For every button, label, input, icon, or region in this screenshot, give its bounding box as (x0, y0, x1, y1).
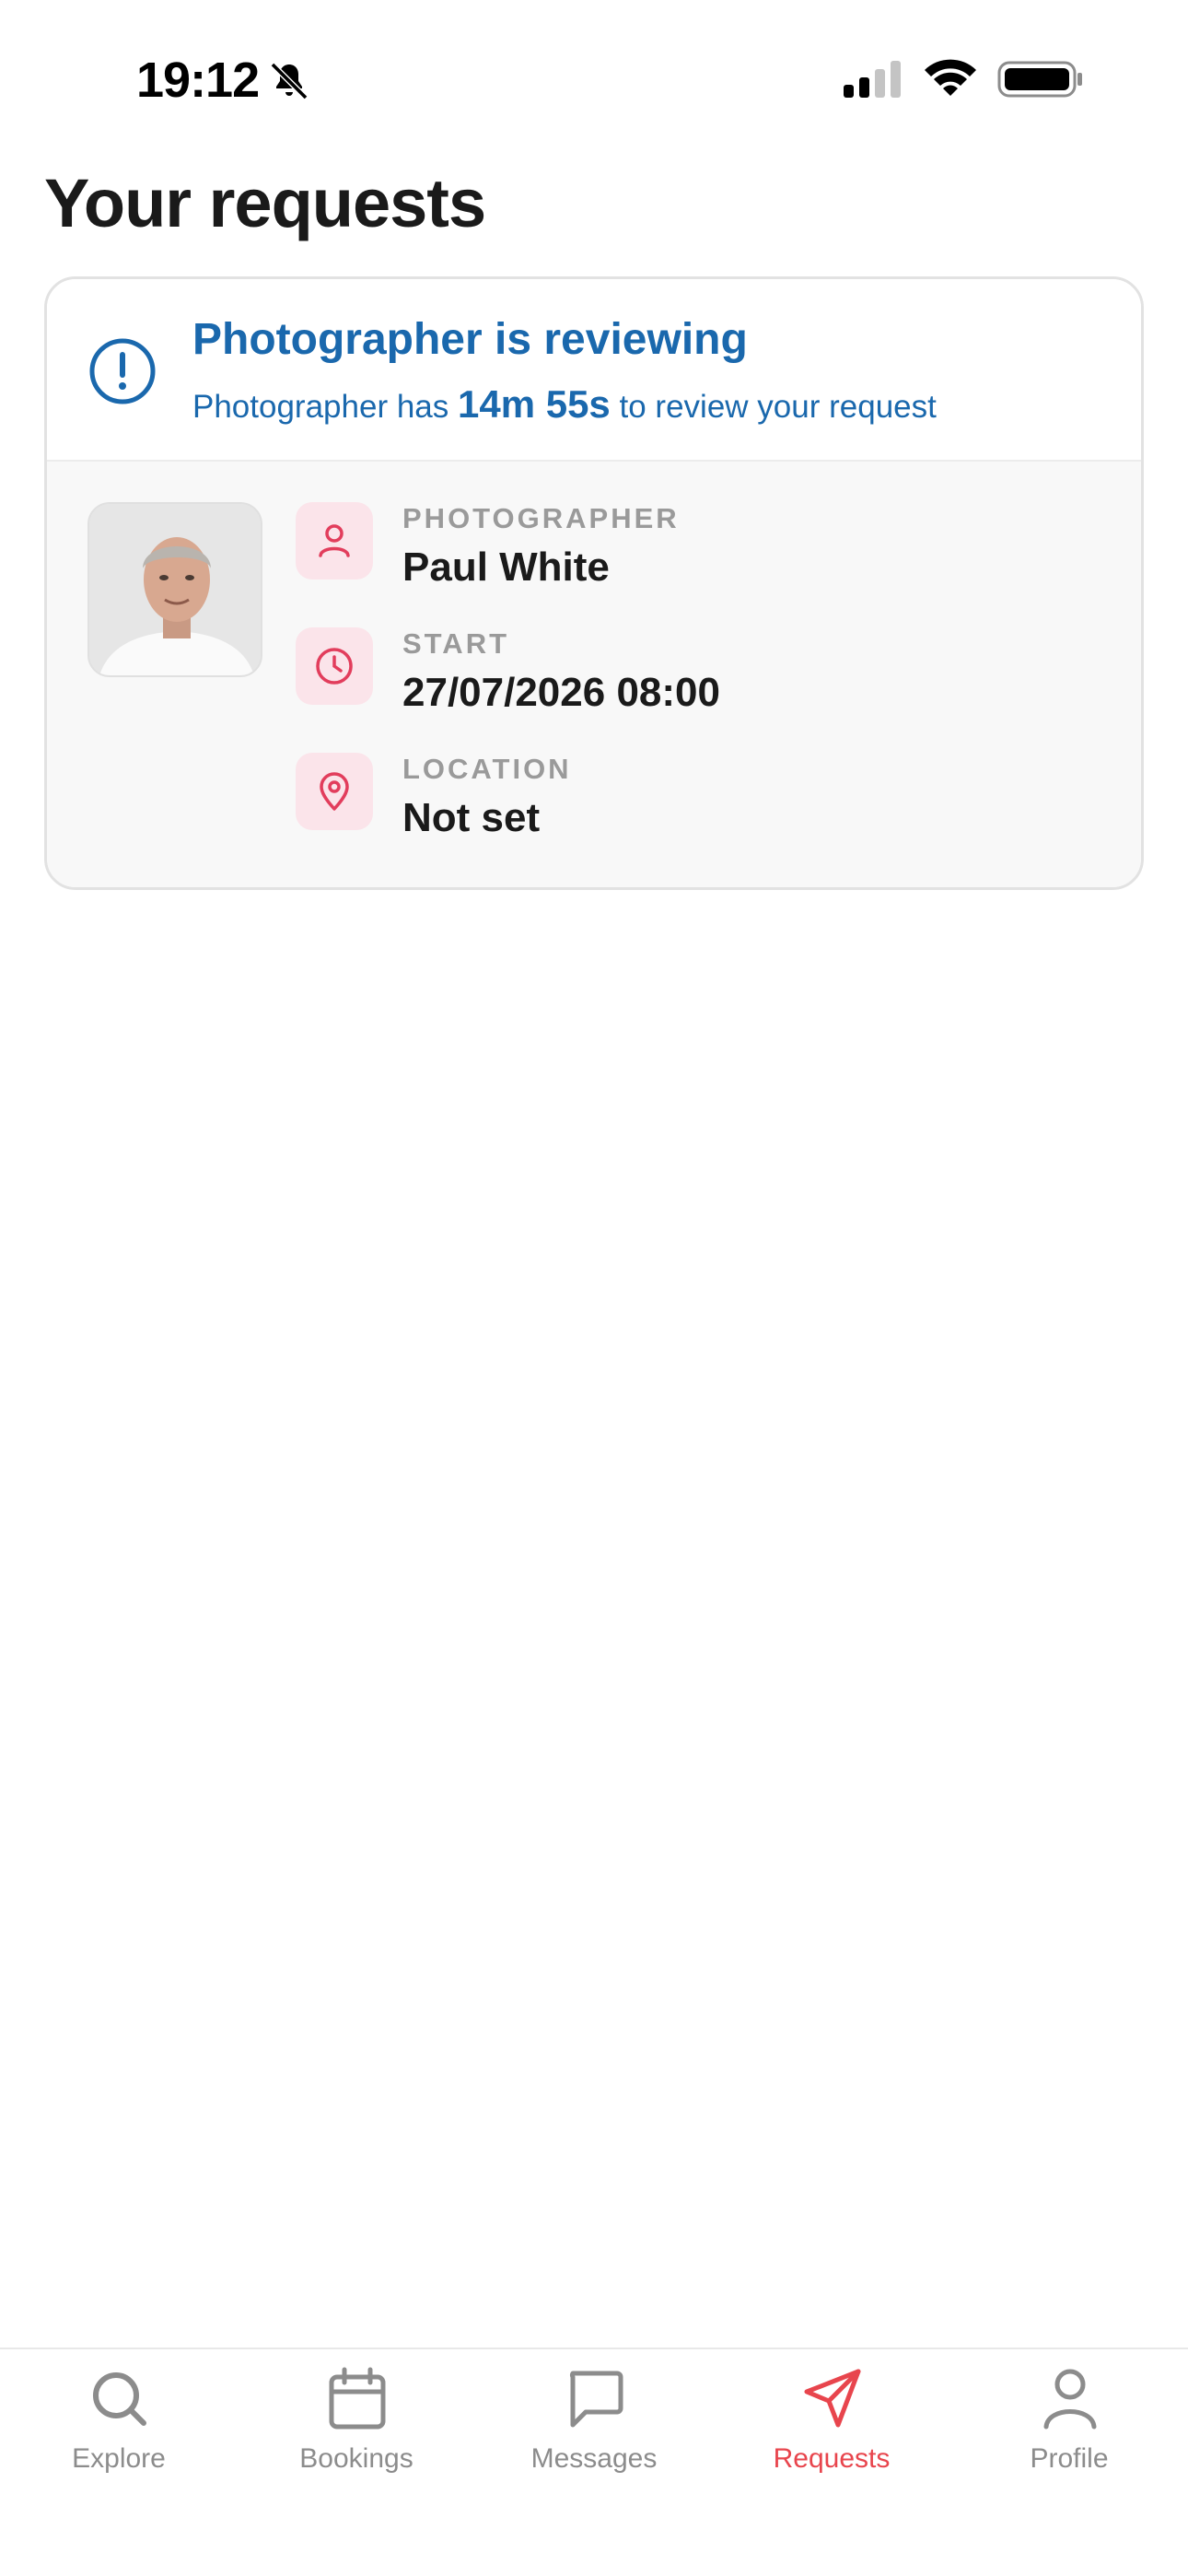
tab-explore-label: Explore (72, 2443, 166, 2474)
chat-bubble-icon (569, 2371, 623, 2428)
person-icon (1043, 2369, 1097, 2430)
location-icon-box (296, 753, 373, 830)
request-status-subtitle: Photographer has 14m 55s to review your … (192, 382, 937, 427)
location-pin-icon (320, 772, 349, 811)
request-card[interactable]: Photographer is reviewing Photographer h… (44, 276, 1144, 890)
page-title: Your requests (44, 165, 486, 241)
tab-requests[interactable]: Requests (713, 2349, 950, 2576)
start-icon-box (296, 627, 373, 705)
alert-circle-icon (89, 338, 156, 404)
status-sub-suffix: to review your request (610, 389, 937, 425)
status-sub-prefix: Photographer has (192, 389, 458, 425)
review-countdown: 14m 55s (457, 382, 611, 426)
tab-profile-label: Profile (1030, 2443, 1109, 2474)
clock-icon (316, 648, 353, 685)
tab-messages-label: Messages (530, 2443, 658, 2474)
status-time: 19:12 (136, 53, 260, 108)
start-label: START (402, 627, 510, 660)
status-bar: 19:12 (0, 0, 1188, 157)
person-icon (319, 524, 350, 557)
tab-explore[interactable]: Explore (0, 2349, 238, 2576)
tab-profile[interactable]: Profile (950, 2349, 1188, 2576)
bell-off-icon (270, 62, 309, 100)
photographer-avatar (87, 502, 262, 677)
tab-requests-label: Requests (773, 2443, 891, 2474)
location-value: Not set (402, 795, 541, 840)
detail-row-photographer: PHOTOGRAPHER Paul White (296, 502, 1106, 613)
photographer-portrait (89, 504, 261, 675)
tab-bookings-label: Bookings (299, 2443, 413, 2474)
requests-screen: 19:12 Your requests Photographer is revi… (0, 0, 1188, 2576)
photographer-label: PHOTOGRAPHER (402, 502, 680, 534)
wifi-icon (925, 59, 976, 96)
start-datetime: 27/07/2026 08:00 (402, 670, 720, 715)
request-status-title: Photographer is reviewing (192, 315, 748, 364)
tab-messages[interactable]: Messages (475, 2349, 713, 2576)
photographer-name: Paul White (402, 544, 610, 590)
request-status-banner: Photographer is reviewing Photographer h… (47, 279, 1141, 462)
paper-plane-icon (804, 2369, 861, 2428)
bottom-tab-bar: Explore Bookings Messages Requests Profi… (0, 2348, 1188, 2576)
calendar-icon (329, 2367, 386, 2430)
cellular-signal-icon (844, 61, 901, 98)
request-details: PHOTOGRAPHER Paul White START 27/07/2026… (47, 462, 1141, 887)
search-icon (93, 2372, 146, 2426)
tab-bookings[interactable]: Bookings (238, 2349, 475, 2576)
battery-icon (997, 61, 1082, 98)
detail-row-start: START 27/07/2026 08:00 (296, 627, 1106, 738)
detail-row-location: LOCATION Not set (296, 753, 1106, 863)
location-label: LOCATION (402, 753, 572, 785)
photographer-icon-box (296, 502, 373, 580)
